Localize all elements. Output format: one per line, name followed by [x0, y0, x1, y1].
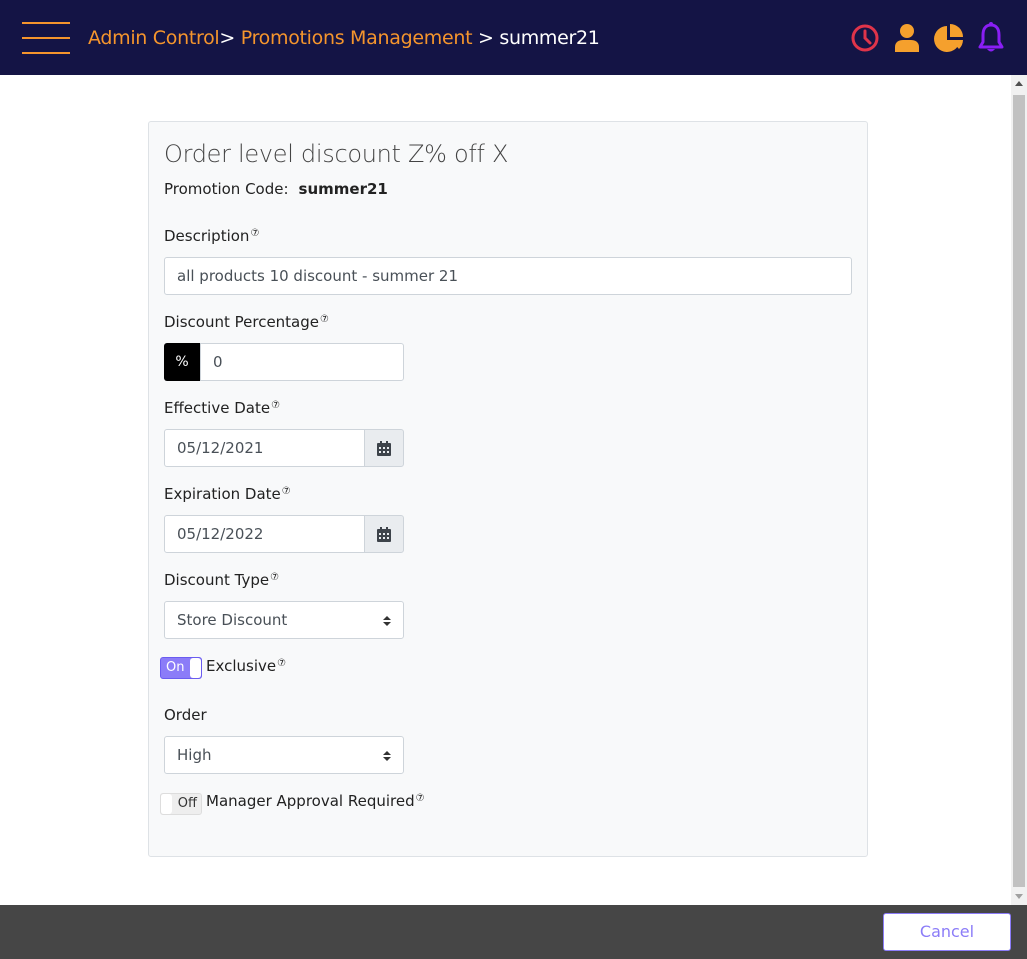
exclusive-label: Exclusive⑦: [206, 657, 287, 675]
discount-type-select[interactable]: Store Discount: [164, 601, 404, 639]
footer-bar: Cancel: [0, 905, 1027, 959]
top-navbar: Admin Control> Promotions Management > s…: [0, 0, 1027, 75]
scroll-down-icon[interactable]: [1015, 894, 1023, 899]
description-label: Description⑦: [164, 227, 260, 245]
promotion-form-card: Order level discount Z% off X Promotion …: [148, 121, 868, 857]
help-icon[interactable]: ⑦: [250, 228, 259, 239]
discount-type-label: Discount Type⑦: [164, 571, 280, 589]
cancel-button[interactable]: Cancel: [883, 913, 1011, 951]
expiration-date-calendar-button[interactable]: [364, 515, 404, 553]
bell-icon[interactable]: [975, 22, 1007, 54]
exclusive-toggle[interactable]: On: [160, 657, 202, 679]
breadcrumb-admin-control[interactable]: Admin Control: [88, 27, 220, 49]
order-label: Order: [164, 706, 207, 724]
help-icon[interactable]: ⑦: [270, 572, 279, 583]
order-selected: High: [177, 746, 212, 764]
description-input[interactable]: all products 10 discount - summer 21: [164, 257, 852, 295]
calendar-icon: [377, 440, 391, 456]
hamburger-menu-icon[interactable]: [22, 22, 70, 54]
vertical-scrollbar[interactable]: [1011, 75, 1027, 905]
effective-date-input[interactable]: 05/12/2021: [164, 429, 365, 467]
discount-percentage-input[interactable]: 0: [200, 343, 404, 381]
toggle-state-label: Off: [177, 796, 197, 811]
expiration-date-label: Expiration Date⑦: [164, 485, 291, 503]
toggle-state-label: On: [166, 660, 185, 675]
breadcrumb: Admin Control> Promotions Management > s…: [88, 26, 600, 50]
user-icon[interactable]: [891, 22, 923, 54]
help-icon[interactable]: ⑦: [271, 400, 280, 411]
breadcrumb-current-summer21: summer21: [499, 27, 600, 49]
breadcrumb-separator: >: [219, 27, 235, 49]
discount-percentage-label: Discount Percentage⑦: [164, 313, 329, 331]
calendar-icon: [377, 526, 391, 542]
header-icons: [849, 22, 1007, 54]
help-icon[interactable]: ⑦: [320, 314, 329, 325]
select-caret-icon: [383, 751, 391, 761]
effective-date-calendar-button[interactable]: [364, 429, 404, 467]
expiration-date-input[interactable]: 05/12/2022: [164, 515, 365, 553]
select-caret-icon: [383, 616, 391, 626]
percent-addon: %: [164, 343, 200, 381]
manager-approval-label: Manager Approval Required⑦: [206, 792, 425, 810]
order-select[interactable]: High: [164, 736, 404, 774]
pie-chart-icon[interactable]: [933, 22, 965, 54]
help-icon[interactable]: ⑦: [416, 793, 425, 804]
toggle-knob: [161, 794, 172, 814]
scrollbar-thumb[interactable]: [1013, 95, 1025, 887]
effective-date-label: Effective Date⑦: [164, 399, 281, 417]
breadcrumb-separator: >: [477, 27, 494, 49]
manager-approval-toggle[interactable]: Off: [160, 793, 202, 815]
clock-icon[interactable]: [849, 22, 881, 54]
toggle-knob: [190, 658, 201, 678]
promotion-code-value: summer21: [298, 180, 388, 198]
discount-type-selected: Store Discount: [177, 611, 288, 629]
form-title: Order level discount Z% off X: [164, 140, 509, 168]
scroll-up-icon[interactable]: [1015, 81, 1023, 86]
help-icon[interactable]: ⑦: [277, 658, 286, 669]
promotion-code-label: Promotion Code:: [164, 180, 289, 198]
breadcrumb-promotions-management[interactable]: Promotions Management: [241, 27, 473, 49]
promotion-code-row: Promotion Code: summer21: [164, 180, 388, 198]
help-icon[interactable]: ⑦: [282, 486, 291, 497]
